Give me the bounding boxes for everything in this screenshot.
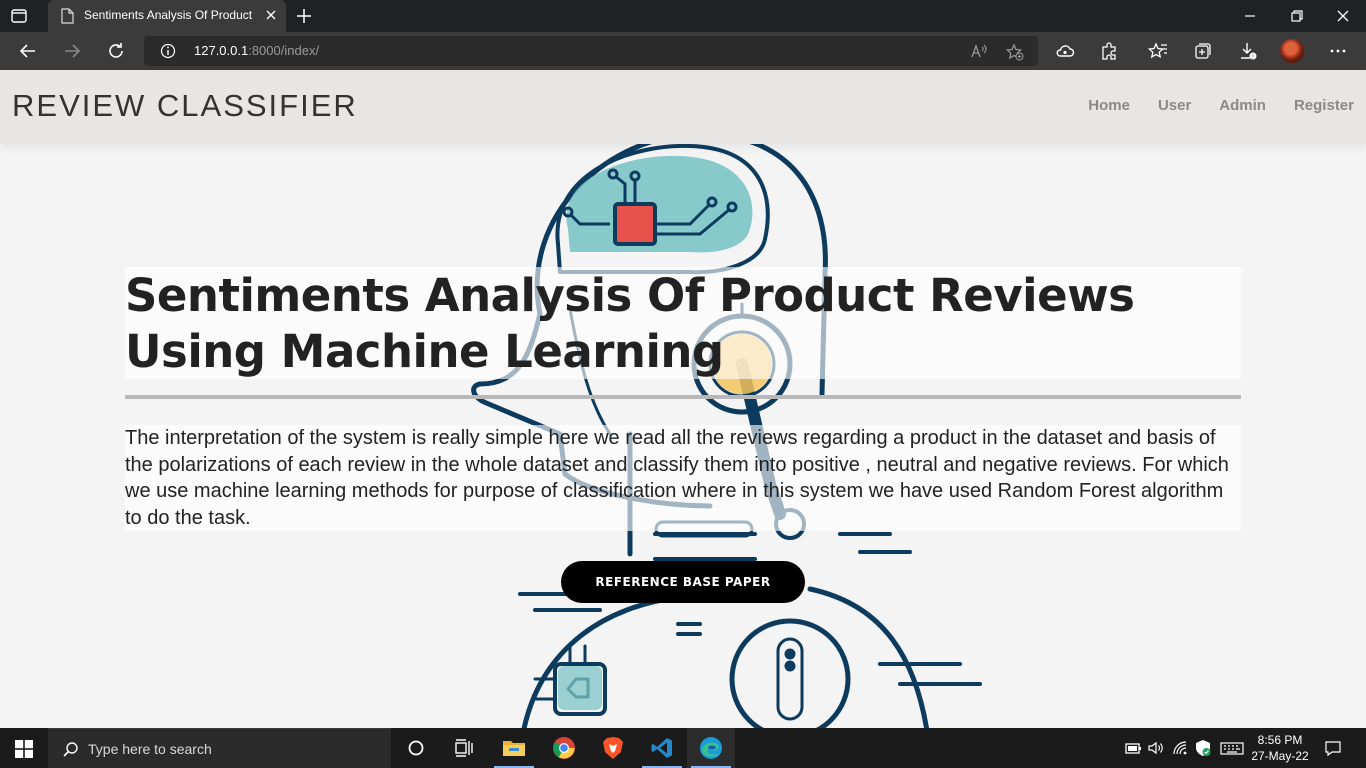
reference-base-paper-button[interactable]: REFERENCE BASE PAPER bbox=[561, 561, 805, 603]
volume-icon[interactable] bbox=[1147, 739, 1165, 757]
site-nav-links: Home User Admin Register bbox=[1088, 97, 1354, 114]
extensions-icon[interactable] bbox=[1099, 41, 1119, 61]
brave-icon bbox=[603, 737, 623, 759]
new-tab-icon[interactable] bbox=[294, 6, 314, 26]
tab-actions-icon[interactable] bbox=[10, 7, 28, 25]
refresh-icon[interactable] bbox=[106, 41, 126, 61]
close-window-icon[interactable] bbox=[1335, 8, 1351, 24]
cloud-extension-icon[interactable] bbox=[1055, 41, 1075, 61]
more-menu-icon[interactable] bbox=[1328, 41, 1348, 61]
clock-time: 8:56 PM bbox=[1257, 733, 1303, 747]
profile-avatar[interactable] bbox=[1280, 39, 1304, 63]
security-shield-icon[interactable] bbox=[1194, 739, 1212, 757]
chrome-icon bbox=[553, 737, 575, 759]
forward-icon[interactable] bbox=[62, 41, 82, 61]
edge-icon bbox=[700, 737, 722, 759]
close-tab-icon[interactable] bbox=[264, 8, 278, 22]
site-navbar: REVIEW CLASSIFIER Home User Admin Regist… bbox=[0, 70, 1366, 144]
nav-register[interactable]: Register bbox=[1294, 97, 1354, 114]
clock-date: 27-May-22 bbox=[1251, 749, 1309, 763]
brave-app[interactable] bbox=[589, 728, 637, 768]
add-favorite-icon[interactable] bbox=[1006, 43, 1024, 61]
nav-user[interactable]: User bbox=[1158, 97, 1191, 114]
file-explorer-app[interactable] bbox=[490, 728, 538, 768]
tab-title: Sentiments Analysis Of Product Reviews U… bbox=[84, 8, 252, 22]
page-description: The interpretation of the system is real… bbox=[125, 427, 1229, 529]
restore-icon[interactable] bbox=[1289, 8, 1305, 24]
keyboard-icon[interactable] bbox=[1220, 739, 1244, 757]
cortana-button[interactable] bbox=[392, 728, 440, 768]
minimize-icon[interactable] bbox=[1242, 8, 1258, 24]
file-explorer-icon bbox=[503, 741, 525, 756]
page-title: Sentiments Analysis Of Product Reviews U… bbox=[125, 269, 1135, 378]
nav-admin[interactable]: Admin bbox=[1219, 97, 1266, 114]
vscode-app[interactable] bbox=[638, 728, 686, 768]
windows-start-icon[interactable] bbox=[15, 740, 33, 758]
read-aloud-icon[interactable] bbox=[970, 43, 988, 59]
svg-text:!: ! bbox=[1252, 54, 1254, 60]
task-view-button[interactable] bbox=[440, 728, 488, 768]
search-icon bbox=[63, 742, 78, 757]
wifi-icon[interactable] bbox=[1171, 739, 1189, 757]
system-clock[interactable]: 8:56 PM 27-May-22 bbox=[1246, 732, 1314, 764]
chrome-app[interactable] bbox=[540, 728, 588, 768]
browser-tab-bar: Sentiments Analysis Of Product Reviews U… bbox=[0, 0, 1366, 32]
info-icon[interactable] bbox=[160, 43, 176, 59]
title-divider bbox=[125, 395, 1241, 399]
cortana-icon bbox=[408, 740, 424, 756]
url-text: 127.0.0.1:8000/index/ bbox=[194, 43, 320, 58]
taskbar-search-box[interactable]: Type here to search bbox=[48, 728, 391, 768]
battery-icon[interactable] bbox=[1124, 739, 1142, 757]
task-view-icon bbox=[455, 739, 473, 757]
downloads-icon[interactable]: ! bbox=[1238, 41, 1258, 61]
nav-home[interactable]: Home bbox=[1088, 97, 1130, 114]
address-bar[interactable]: 127.0.0.1:8000/index/ bbox=[144, 36, 1038, 66]
page-icon bbox=[61, 8, 74, 24]
collections-icon[interactable] bbox=[1193, 41, 1213, 61]
favorites-icon[interactable] bbox=[1148, 41, 1168, 61]
notifications-icon[interactable] bbox=[1324, 739, 1342, 757]
browser-toolbar: 127.0.0.1:8000/index/ ! bbox=[0, 32, 1366, 70]
vscode-icon bbox=[651, 738, 672, 758]
edge-app[interactable] bbox=[687, 728, 735, 768]
site-brand[interactable]: REVIEW CLASSIFIER bbox=[12, 88, 358, 124]
search-placeholder: Type here to search bbox=[88, 741, 212, 757]
browser-tab[interactable]: Sentiments Analysis Of Product Reviews U… bbox=[48, 0, 286, 32]
hero-section: Sentiments Analysis Of Product Reviews U… bbox=[0, 144, 1366, 728]
windows-taskbar: Type here to search 8:56 PM 27-May-22 bbox=[0, 728, 1366, 768]
back-icon[interactable] bbox=[18, 41, 38, 61]
